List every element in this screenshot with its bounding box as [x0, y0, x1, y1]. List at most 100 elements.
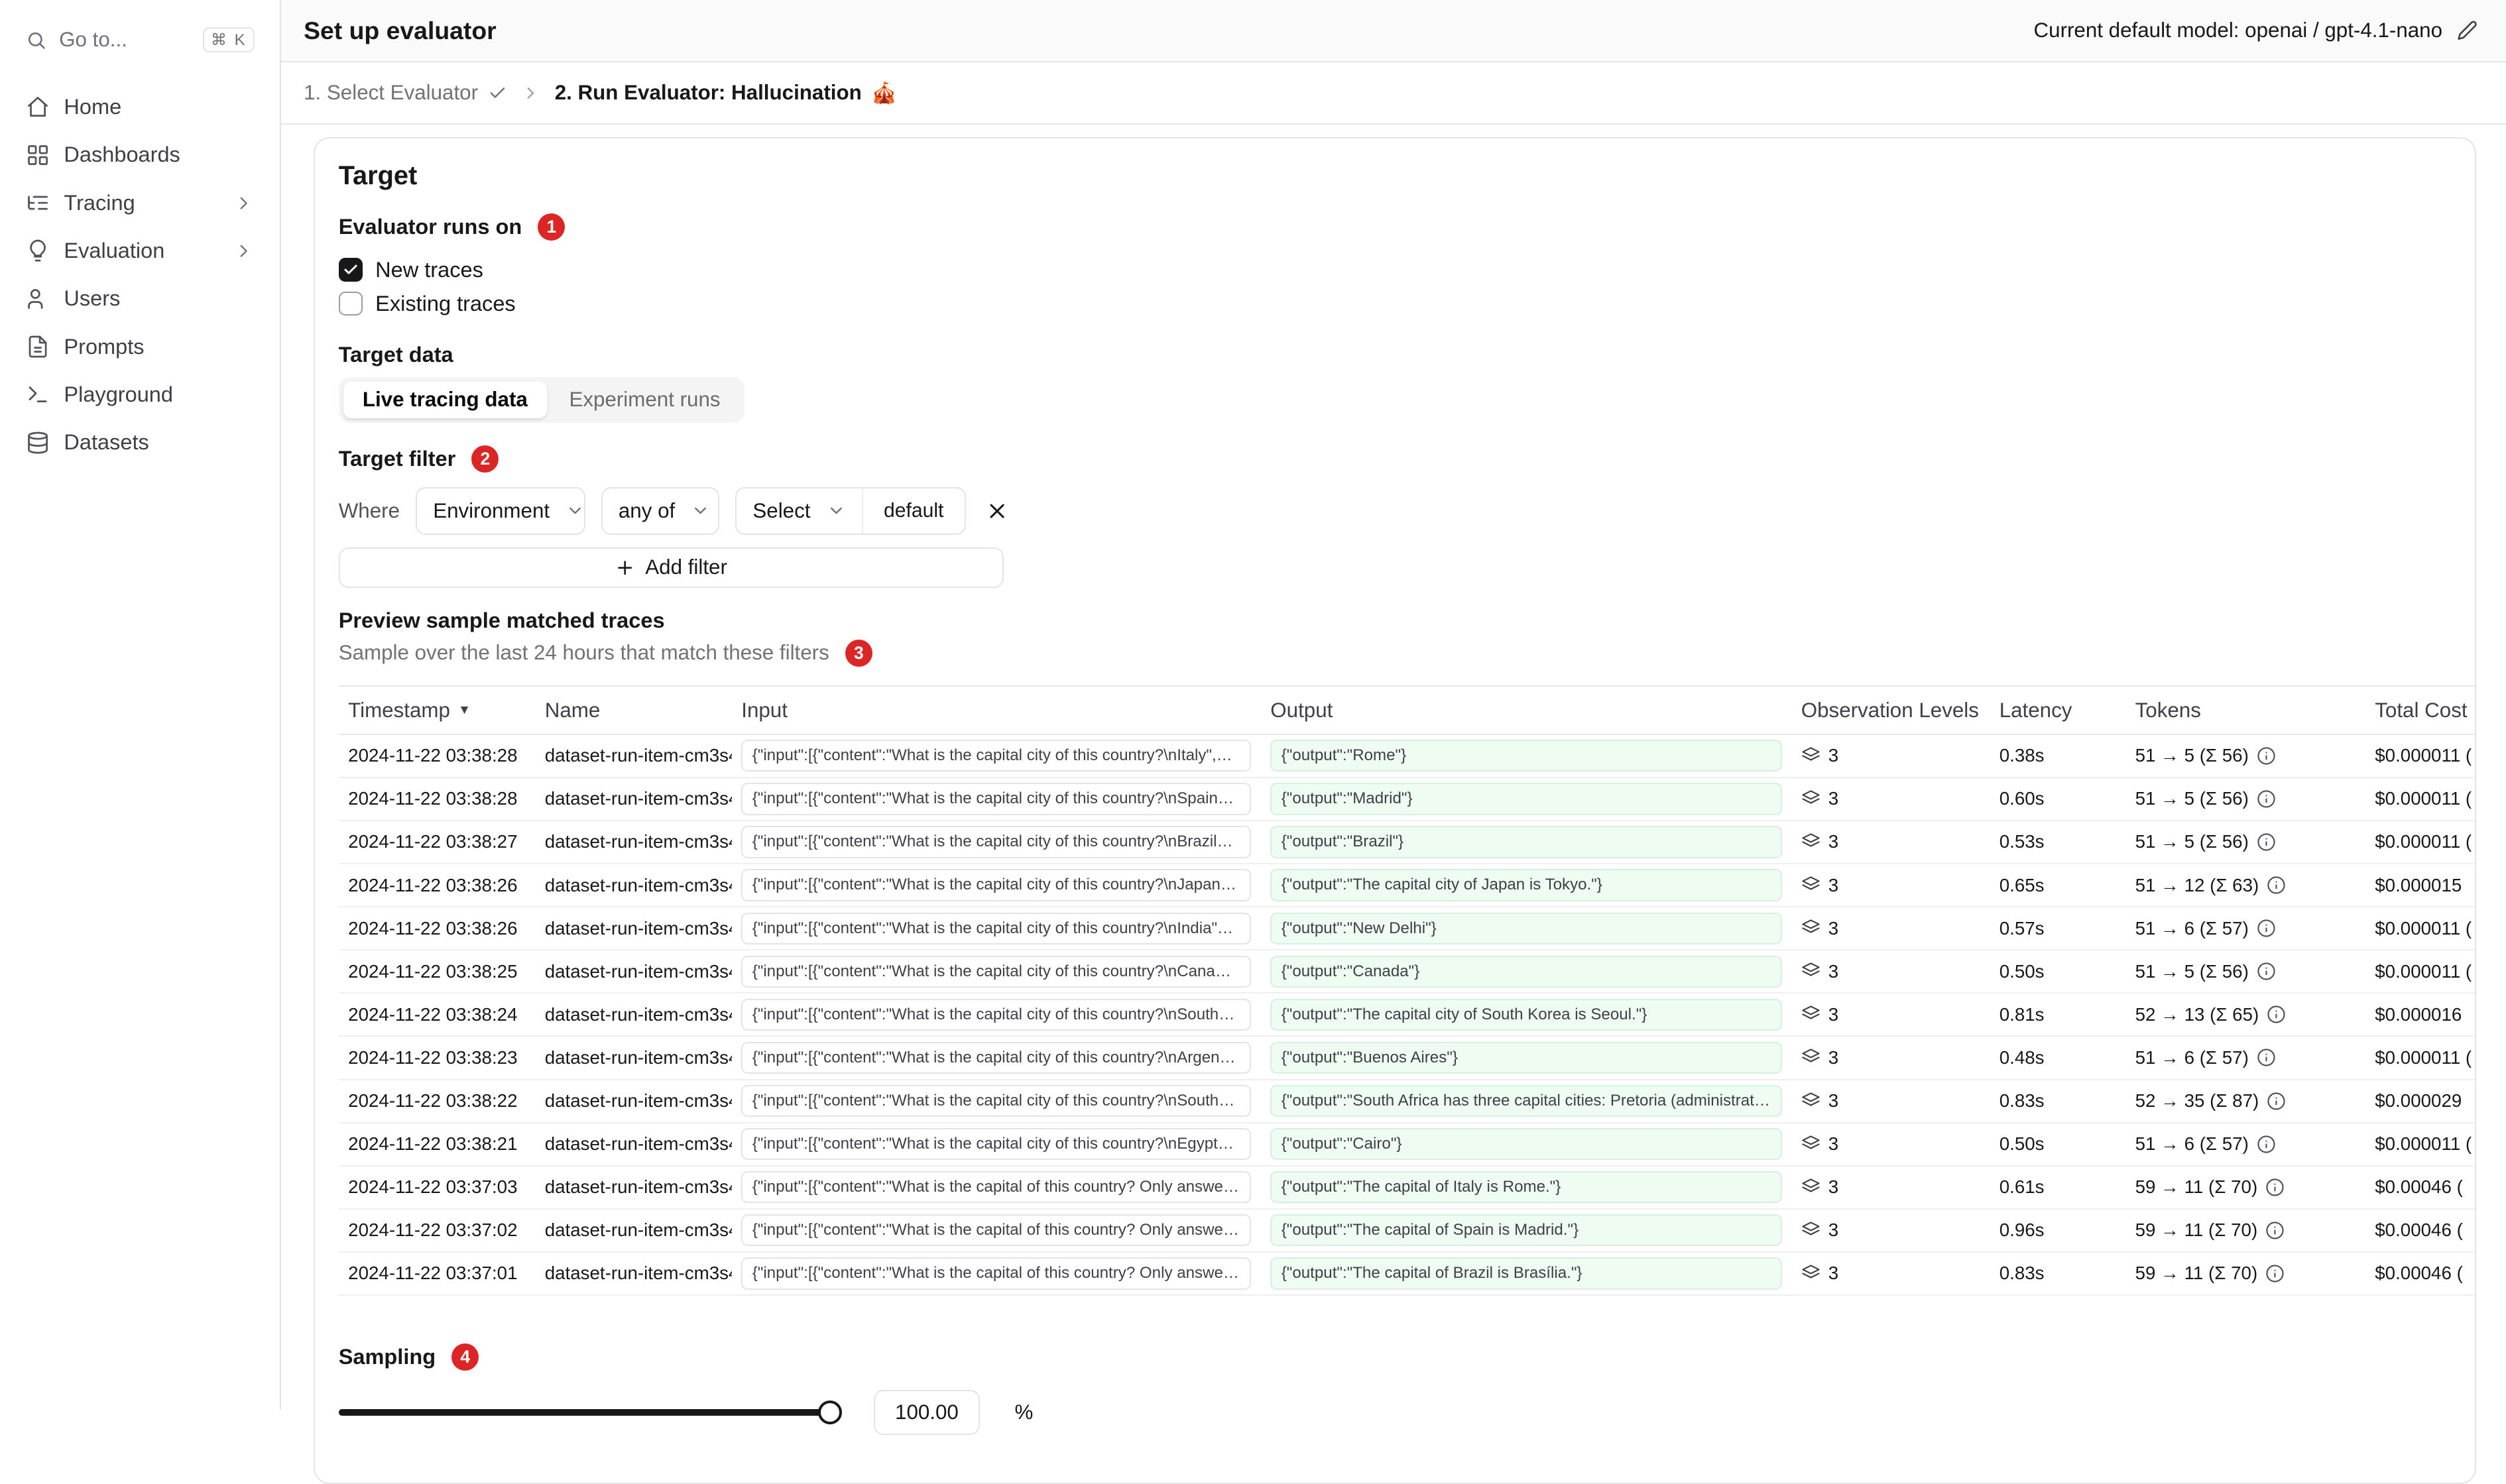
sidebar-item-evaluation[interactable]: Evaluation [16, 227, 264, 274]
tab-experiment-runs[interactable]: Experiment runs [550, 382, 740, 418]
cell-name: dataset-run-item-cm3s4 [544, 960, 732, 982]
col-name[interactable]: Name [535, 686, 732, 735]
breadcrumb-step-select-evaluator[interactable]: 1. Select Evaluator [304, 81, 507, 105]
cell-input[interactable]: {"input":[{"content":"What is the capita… [741, 955, 1252, 988]
tab-live-tracing-data[interactable]: Live tracing data [343, 381, 547, 419]
sidebar-item-datasets[interactable]: Datasets [16, 419, 264, 467]
table-row[interactable]: 2024-11-22 03:38:25 dataset-run-item-cm3… [338, 950, 2475, 994]
cell-output[interactable]: {"output":"The capital of Spain is Madri… [1270, 1214, 1782, 1247]
sidebar-item-label: Dashboards [64, 143, 180, 167]
table-row[interactable]: 2024-11-22 03:38:27 dataset-run-item-cm3… [338, 820, 2475, 865]
sidebar-item-home[interactable]: Home [16, 83, 264, 131]
cell-output[interactable]: {"output":"The capital city of South Kor… [1270, 998, 1782, 1031]
main-area: Set up evaluator Current default model: … [281, 0, 2506, 1484]
info-icon[interactable] [2267, 1005, 2286, 1024]
table-row[interactable]: 2024-11-22 03:38:26 dataset-run-item-cm3… [338, 907, 2475, 951]
col-input[interactable]: Input [731, 686, 1261, 735]
cell-output[interactable]: {"output":"Rome"} [1270, 740, 1782, 772]
cell-input[interactable]: {"input":[{"content":"What is the capita… [741, 912, 1252, 944]
cell-latency: 0.83s [1999, 1263, 2045, 1284]
table-row[interactable]: 2024-11-22 03:38:23 dataset-run-item-cm3… [338, 1036, 2475, 1080]
info-icon[interactable] [2267, 1092, 2286, 1111]
cell-input[interactable]: {"input":[{"content":"What is the capita… [741, 1257, 1252, 1290]
info-icon[interactable] [2267, 876, 2286, 895]
table-row[interactable]: 2024-11-22 03:38:28 dataset-run-item-cm3… [338, 777, 2475, 821]
cell-total-cost: $0.00046 ( [2375, 1176, 2463, 1198]
cell-name: dataset-run-item-cm3s4 [544, 1220, 732, 1241]
cell-output[interactable]: {"output":"The capital of Italy is Rome.… [1270, 1171, 1782, 1204]
table-row[interactable]: 2024-11-22 03:37:01 dataset-run-item-cm3… [338, 1251, 2475, 1296]
cell-input[interactable]: {"input":[{"content":"What is the capita… [741, 998, 1252, 1031]
cell-output[interactable]: {"output":"Cairo"} [1270, 1128, 1782, 1161]
cell-input[interactable]: {"input":[{"content":"What is the capita… [741, 783, 1252, 815]
sampling-slider[interactable] [338, 1400, 843, 1425]
col-observation-levels[interactable]: Observation Levels [1791, 686, 1990, 735]
filter-column-select[interactable]: Environment [416, 486, 585, 535]
info-icon[interactable] [2257, 962, 2276, 981]
table-row[interactable]: 2024-11-22 03:37:03 dataset-run-item-cm3… [338, 1165, 2475, 1210]
col-output[interactable]: Output [1260, 686, 1792, 735]
info-icon[interactable] [2257, 1048, 2276, 1067]
sidebar-item-dashboards[interactable]: Dashboards [16, 131, 264, 179]
sidebar-item-users[interactable]: Users [16, 275, 264, 323]
cell-output[interactable]: {"output":"Madrid"} [1270, 783, 1782, 815]
layers-icon [1802, 1092, 1820, 1106]
table-row[interactable]: 2024-11-22 03:38:22 dataset-run-item-cm3… [338, 1079, 2475, 1123]
col-timestamp[interactable]: Timestamp ▼ [338, 686, 536, 735]
col-tokens[interactable]: Tokens [2125, 686, 2365, 735]
cell-input[interactable]: {"input":[{"content":"What is the capita… [741, 1171, 1252, 1204]
info-icon[interactable] [2257, 1135, 2276, 1154]
sidebar-item-prompts[interactable]: Prompts [16, 323, 264, 371]
sidebar-item-tracing[interactable]: Tracing [16, 179, 264, 227]
table-row[interactable]: 2024-11-22 03:38:26 dataset-run-item-cm3… [338, 864, 2475, 908]
info-icon[interactable] [2257, 832, 2276, 852]
info-icon[interactable] [2257, 789, 2276, 809]
checkbox-unchecked-icon[interactable] [338, 291, 363, 316]
cell-output[interactable]: {"output":"Buenos Aires"} [1270, 1041, 1782, 1074]
pencil-icon[interactable] [2457, 20, 2477, 40]
layers-icon [1802, 1135, 1820, 1149]
cell-input[interactable]: {"input":[{"content":"What is the capita… [741, 869, 1252, 901]
table-row[interactable]: 2024-11-22 03:38:28 dataset-run-item-cm3… [338, 734, 2475, 778]
info-icon[interactable] [2265, 1264, 2285, 1283]
cell-latency: 0.60s [1999, 788, 2045, 809]
info-icon[interactable] [2257, 746, 2276, 766]
goto-search[interactable]: Go to... ⌘ K [16, 19, 264, 61]
cell-input[interactable]: {"input":[{"content":"What is the capita… [741, 1214, 1252, 1247]
table-row[interactable]: 2024-11-22 03:38:21 dataset-run-item-cm3… [338, 1122, 2475, 1167]
cell-input[interactable]: {"input":[{"content":"What is the capita… [741, 740, 1252, 772]
cell-output[interactable]: {"output":"New Delhi"} [1270, 912, 1782, 944]
filter-value-select[interactable]: Select default [735, 486, 966, 535]
cell-input[interactable]: {"input":[{"content":"What is the capita… [741, 826, 1252, 858]
filter-operator-select[interactable]: any of [601, 486, 720, 535]
checkbox-checked-icon[interactable] [338, 258, 363, 282]
goto-search-label: Go to... [59, 28, 127, 52]
cell-timestamp: 2024-11-22 03:37:02 [348, 1220, 518, 1241]
checkbox-existing-traces[interactable]: Existing traces [338, 287, 2475, 321]
cell-observation-levels: 3 [1801, 1133, 1980, 1155]
cell-output[interactable]: {"output":"South Africa has three capita… [1270, 1084, 1782, 1117]
remove-filter-button[interactable] [985, 499, 1009, 523]
col-total-cost[interactable]: Total Cost [2365, 686, 2475, 735]
cell-output[interactable]: {"output":"The capital of Brazil is Bras… [1270, 1257, 1782, 1290]
checkbox-new-traces[interactable]: New traces [338, 253, 2475, 287]
col-latency[interactable]: Latency [1990, 686, 2126, 735]
table-row[interactable]: 2024-11-22 03:38:24 dataset-run-item-cm3… [338, 993, 2475, 1037]
add-filter-button[interactable]: Add filter [338, 547, 1004, 588]
sidebar-item-playground[interactable]: Playground [16, 371, 264, 418]
checkbox-label: Existing traces [375, 291, 516, 315]
info-icon[interactable] [2265, 1221, 2285, 1240]
sampling-percent-input[interactable] [874, 1390, 980, 1435]
cell-output[interactable]: {"output":"The capital city of Japan is … [1270, 869, 1782, 901]
sidebar-item-label: Users [64, 286, 121, 311]
slider-thumb[interactable] [818, 1400, 843, 1425]
cell-input[interactable]: {"input":[{"content":"What is the capita… [741, 1041, 1252, 1074]
cell-output[interactable]: {"output":"Brazil"} [1270, 826, 1782, 858]
cell-input[interactable]: {"input":[{"content":"What is the capita… [741, 1128, 1252, 1161]
info-icon[interactable] [2257, 919, 2276, 938]
cell-output[interactable]: {"output":"Canada"} [1270, 955, 1782, 988]
info-icon[interactable] [2265, 1178, 2285, 1197]
cell-tokens: 59 → 11 (Σ 70) [2135, 1220, 2356, 1241]
table-row[interactable]: 2024-11-22 03:37:02 dataset-run-item-cm3… [338, 1208, 2475, 1253]
cell-input[interactable]: {"input":[{"content":"What is the capita… [741, 1084, 1252, 1117]
